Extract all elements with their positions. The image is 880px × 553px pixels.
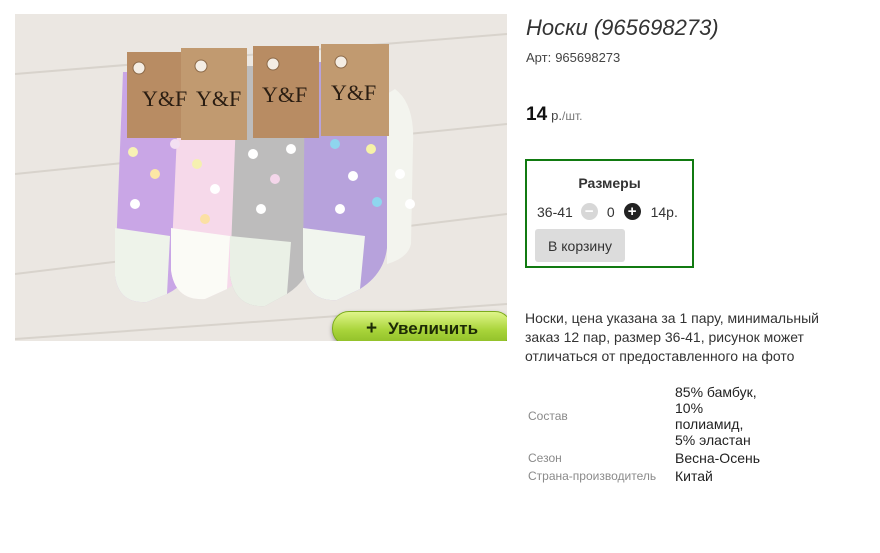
plus-icon[interactable]: +	[623, 203, 641, 220]
price-value: 14	[526, 104, 548, 125]
attribute-label: Сезон	[528, 451, 562, 465]
svg-text:Y&F: Y&F	[331, 80, 376, 105]
table-row: Состав 85% бамбук, 10% полиамид, 5% элас…	[525, 383, 760, 449]
attribute-value: Весна-Осень	[675, 450, 761, 466]
price-unit: /шт.	[561, 109, 583, 123]
minus-icon[interactable]: −	[580, 203, 598, 220]
product-description: Носки, цена указана за 1 пару, минимальн…	[525, 310, 819, 364]
product-image[interactable]: Y&F Y&F Y&F Y&F + Увеличить	[15, 14, 507, 341]
sku-value: 965698273	[555, 50, 621, 65]
attribute-value: Китай	[675, 468, 713, 484]
product-title: Носки (965698273)	[526, 15, 719, 40]
attribute-label: Страна-производитель	[528, 469, 657, 483]
size-row: 36-41 − 0 + 14р.	[537, 203, 678, 220]
attribute-value: 85% бамбук, 10% полиамид, 5% эластан	[675, 384, 757, 448]
svg-text:Y&F: Y&F	[262, 82, 307, 107]
product-sku: Арт: 965698273	[526, 50, 620, 65]
svg-text:Y&F: Y&F	[196, 86, 241, 111]
svg-text:Y&F: Y&F	[142, 86, 187, 111]
sku-label: Арт:	[526, 50, 552, 65]
zoom-button[interactable]: + Увеличить	[332, 311, 507, 341]
attributes-table: Состав 85% бамбук, 10% полиамид, 5% элас…	[525, 383, 760, 485]
table-row: Страна-производитель Китай	[525, 467, 760, 485]
add-to-cart-button[interactable]: В корзину	[535, 229, 625, 262]
table-row: Сезон Весна-Осень	[525, 449, 760, 467]
zoom-label: Увеличить	[388, 318, 479, 338]
sizes-title: Размеры	[578, 175, 641, 191]
product-price: 14 р./шт.	[526, 104, 582, 126]
quantity-value[interactable]: 0	[607, 204, 615, 220]
socks-photo: Y&F Y&F Y&F Y&F	[15, 14, 507, 341]
size-price: 14р.	[650, 203, 678, 220]
size-value: 36-41	[537, 203, 573, 220]
price-currency: р.	[551, 108, 562, 123]
attribute-label: Состав	[528, 409, 568, 423]
sizes-panel: Размеры 36-41 − 0 + 14р. В корзину	[525, 159, 694, 268]
plus-icon: +	[365, 317, 378, 339]
